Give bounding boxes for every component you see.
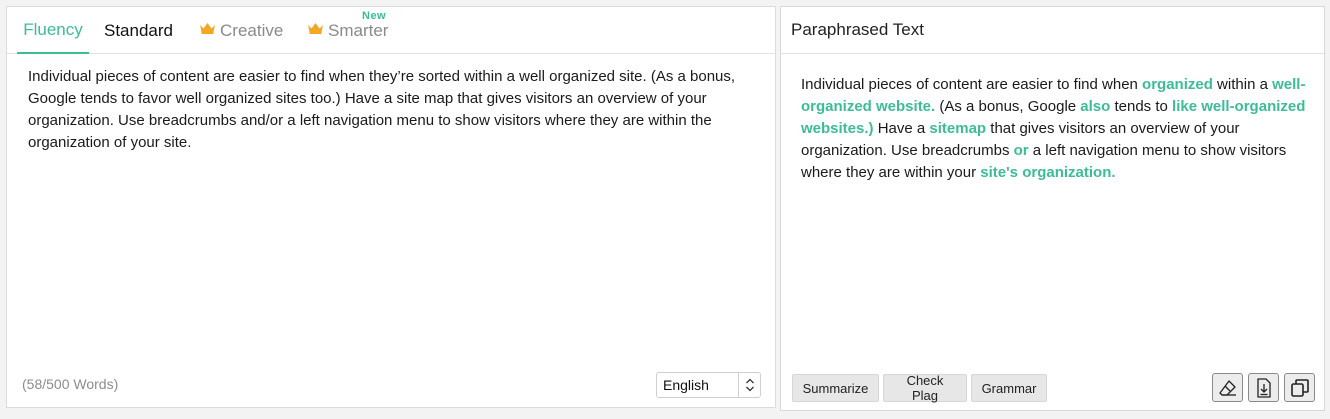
input-panel: Fluency Standard Creative Smarter New In… bbox=[6, 6, 776, 408]
tab-standard[interactable]: Standard bbox=[104, 7, 173, 54]
tab-fluency-label: Fluency bbox=[23, 19, 83, 39]
crown-icon bbox=[308, 22, 323, 34]
tab-creative-label: Creative bbox=[220, 20, 284, 40]
download-icon bbox=[1256, 377, 1271, 398]
chevron-updown-icon bbox=[738, 373, 760, 397]
download-button[interactable] bbox=[1248, 373, 1279, 402]
output-text: Individual pieces of content are easier … bbox=[801, 74, 1306, 184]
unchanged-phrase: Have a bbox=[873, 120, 930, 137]
copy-icon bbox=[1290, 378, 1309, 397]
language-value: English bbox=[663, 377, 709, 393]
check-plag-button[interactable]: Check Plag bbox=[883, 373, 967, 403]
unchanged-phrase: (As a bonus, Google bbox=[935, 98, 1081, 115]
unchanged-phrase: within a bbox=[1212, 76, 1273, 93]
copy-button[interactable] bbox=[1284, 373, 1315, 402]
eraser-icon bbox=[1218, 379, 1236, 396]
changed-phrase[interactable]: also bbox=[1080, 98, 1110, 115]
new-badge: New bbox=[362, 10, 387, 22]
language-select[interactable]: English bbox=[656, 372, 761, 398]
unchanged-phrase: tends to bbox=[1110, 98, 1173, 115]
clear-button[interactable] bbox=[1212, 373, 1243, 402]
input-text-area[interactable]: Individual pieces of content are easier … bbox=[28, 66, 763, 154]
tab-creative[interactable]: Creative bbox=[199, 7, 283, 54]
mode-tabs: Fluency Standard Creative Smarter New bbox=[7, 7, 775, 54]
tab-fluency[interactable]: Fluency bbox=[17, 7, 89, 54]
word-count: (58/500 Words) bbox=[22, 376, 119, 392]
changed-phrase[interactable]: organized bbox=[1142, 76, 1213, 93]
output-panel: Paraphrased Text Individual pieces of co… bbox=[780, 6, 1325, 411]
grammar-button[interactable]: Grammar bbox=[971, 374, 1047, 402]
summarize-button[interactable]: Summarize bbox=[792, 374, 879, 402]
crown-icon bbox=[200, 22, 215, 34]
output-header: Paraphrased Text bbox=[781, 7, 1324, 54]
unchanged-phrase: Individual pieces of content are easier … bbox=[801, 76, 1143, 93]
changed-phrase[interactable]: site's organization. bbox=[980, 164, 1115, 181]
tab-standard-label: Standard bbox=[104, 20, 173, 40]
changed-phrase[interactable]: or bbox=[1014, 142, 1029, 159]
changed-phrase[interactable]: sitemap bbox=[929, 120, 986, 137]
output-title: Paraphrased Text bbox=[791, 20, 924, 39]
tab-smarter-label: Smarter bbox=[328, 20, 389, 40]
